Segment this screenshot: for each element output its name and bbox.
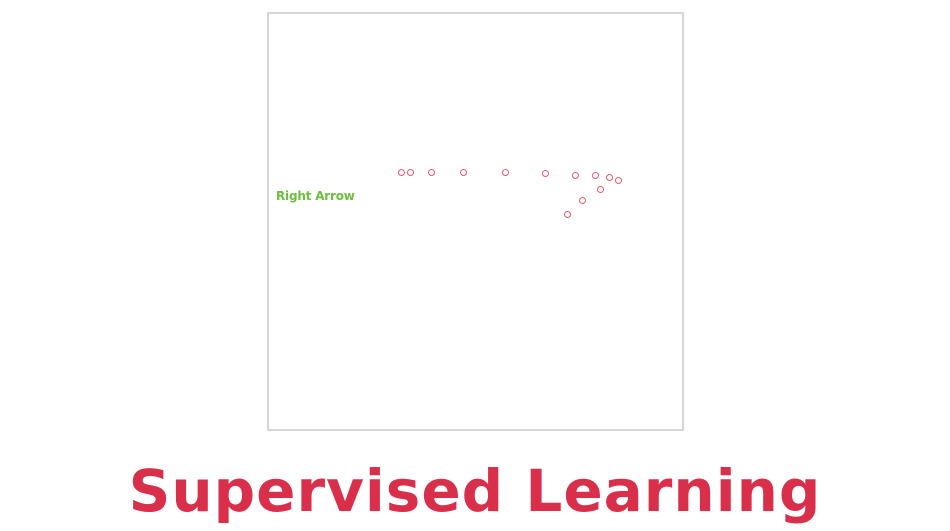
stroke-point (459, 168, 467, 176)
stroke-point (427, 168, 435, 176)
stroke-point (563, 210, 571, 218)
stroke-point (605, 173, 613, 181)
stroke-point (596, 185, 604, 193)
stroke-points (269, 14, 682, 429)
drawing-canvas[interactable]: Right Arrow (267, 12, 684, 431)
stroke-point (541, 169, 549, 177)
stroke-point (591, 171, 599, 179)
stroke-point (614, 176, 622, 184)
stroke-point (397, 168, 405, 176)
stroke-point (571, 171, 579, 179)
page-title: Supervised Learning (128, 457, 822, 525)
stroke-point (501, 168, 509, 176)
stroke-point (406, 168, 414, 176)
stroke-point (578, 196, 586, 204)
recognized-gesture-label: Right Arrow (276, 189, 355, 203)
